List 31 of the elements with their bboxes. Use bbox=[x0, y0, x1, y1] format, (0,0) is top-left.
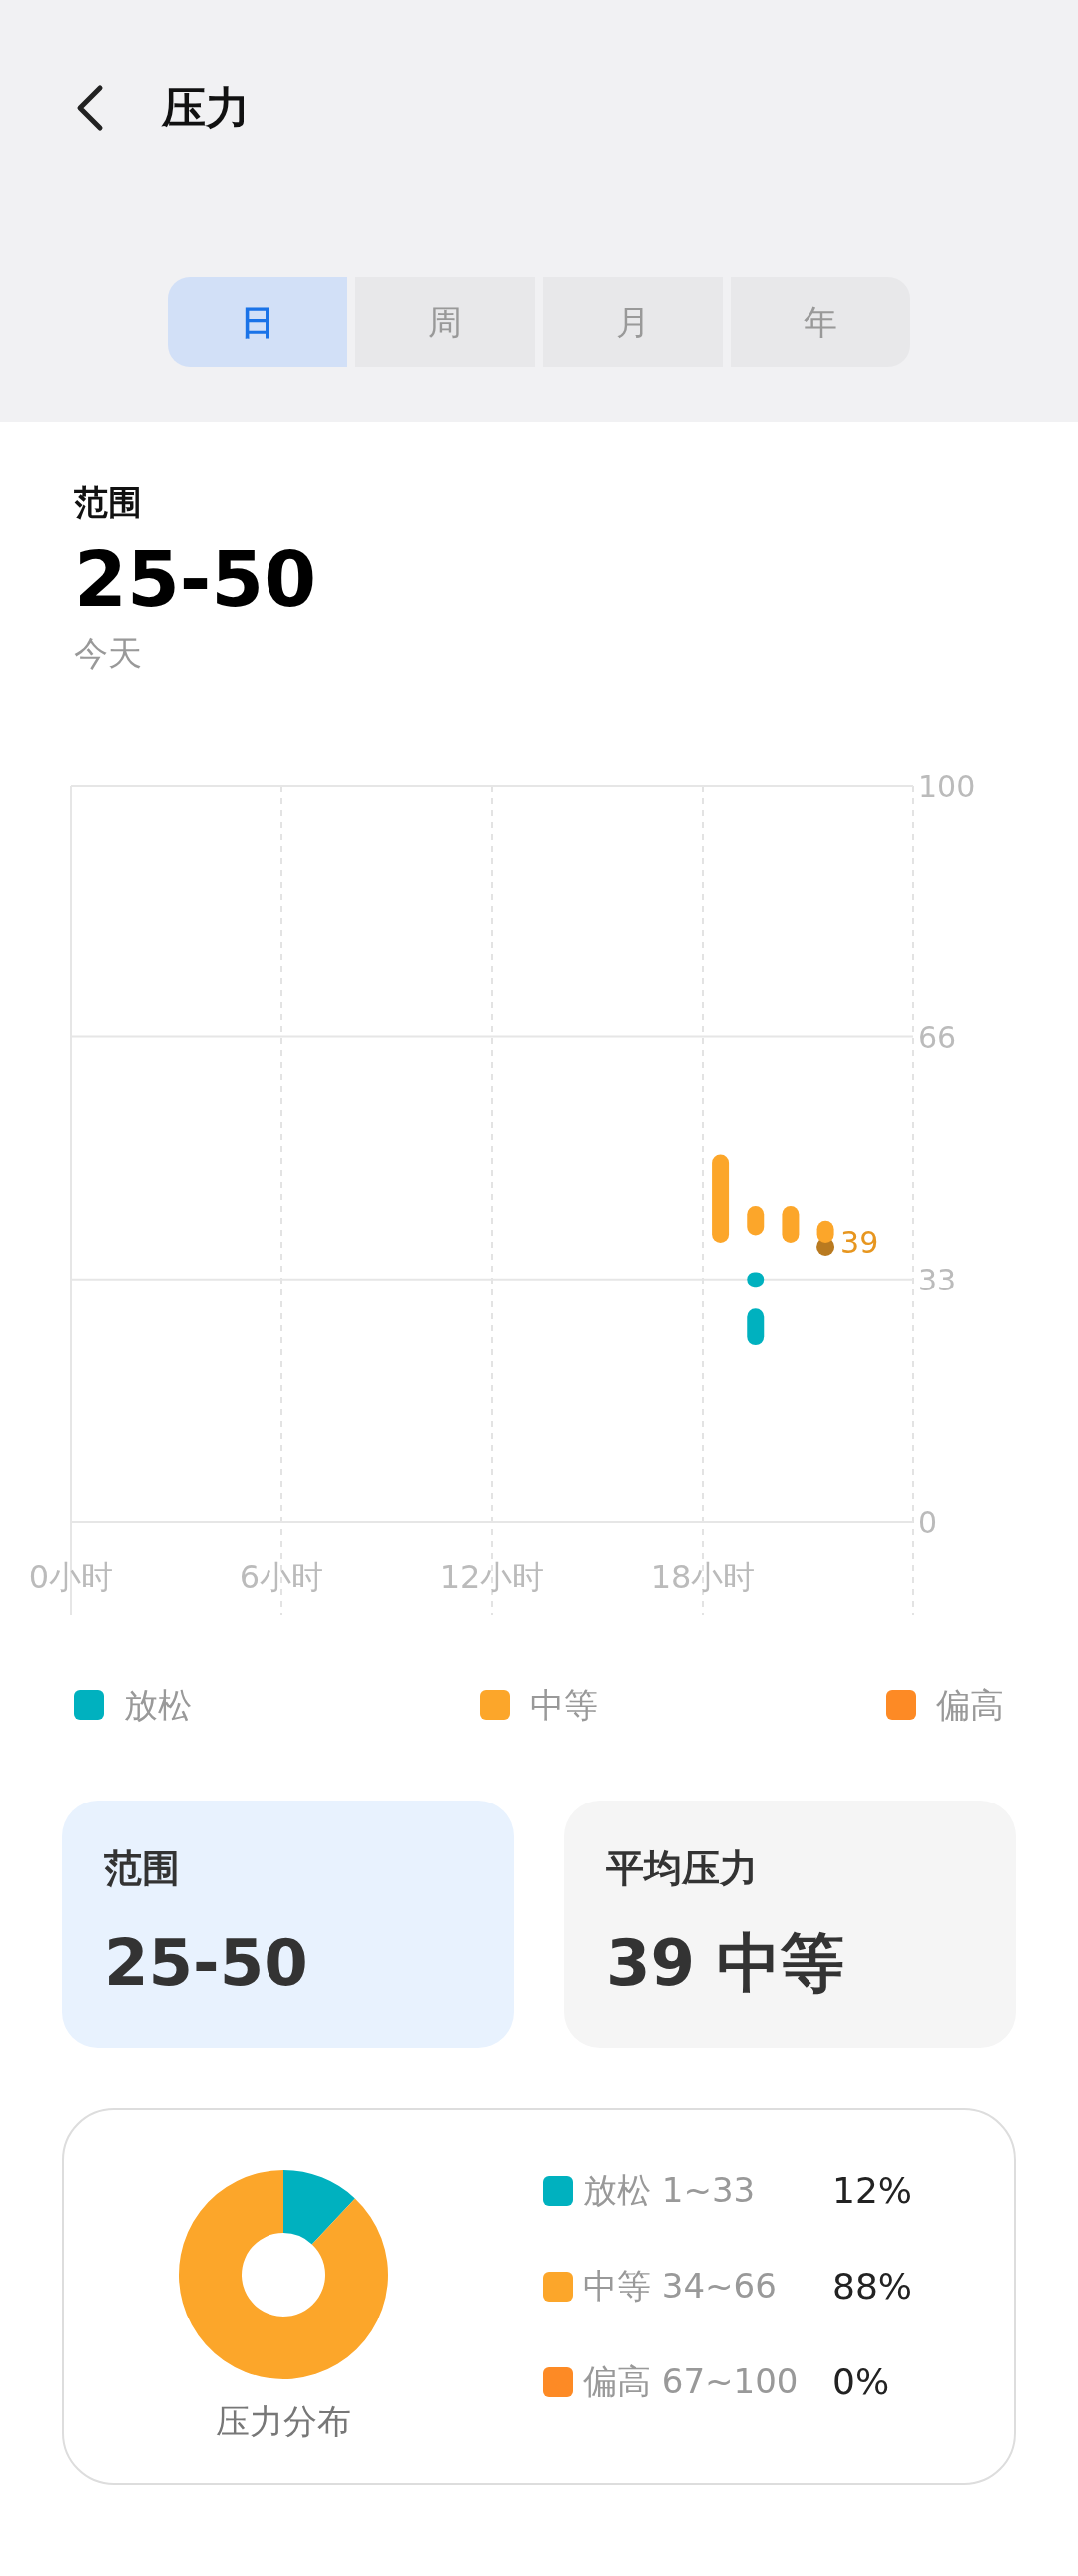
stat-label: 范围 bbox=[104, 1844, 181, 1892]
stat-value: 39 中等 bbox=[606, 1924, 846, 2002]
legend-label: 放松 bbox=[124, 1683, 192, 1727]
axis-label: 66 bbox=[918, 1019, 957, 1055]
percent-value: 88% bbox=[832, 2264, 912, 2309]
date-label: 今天 bbox=[74, 631, 143, 675]
axis-label: 0小时 bbox=[28, 1557, 114, 1596]
axis-label: 12小时 bbox=[439, 1557, 545, 1596]
stat-label: 平均压力 bbox=[606, 1844, 759, 1892]
axis-label: 100 bbox=[918, 769, 976, 804]
current-value-label: 39 bbox=[840, 1224, 879, 1260]
page-title: 压力 bbox=[162, 81, 250, 135]
percent-value: 12% bbox=[832, 2168, 912, 2213]
axis-label: 6小时 bbox=[239, 1557, 324, 1596]
legend-label: 中等 bbox=[530, 1683, 598, 1727]
axis-label: 18小时 bbox=[650, 1557, 756, 1596]
legend-label: 偏高 67~100 bbox=[583, 2360, 800, 2404]
legend-label: 放松 1~33 bbox=[583, 2169, 757, 2213]
stat-value: 25-50 bbox=[104, 1924, 309, 2002]
axis-label: 33 bbox=[918, 1262, 957, 1297]
axis-label: 0 bbox=[918, 1504, 938, 1540]
range-value: 25-50 bbox=[74, 538, 318, 622]
percent-value: 0% bbox=[832, 2359, 890, 2404]
period-tab[interactable]: 年 bbox=[731, 277, 910, 367]
legend-label: 中等 34~66 bbox=[583, 2265, 778, 2309]
range-label: 范围 bbox=[74, 481, 143, 524]
period-tab[interactable]: 月 bbox=[543, 277, 723, 367]
period-tab[interactable]: 日 bbox=[168, 277, 347, 367]
chart-caption: 压力分布 bbox=[216, 2400, 351, 2444]
legend-label: 偏高 bbox=[936, 1683, 1004, 1727]
period-tab[interactable]: 周 bbox=[355, 277, 535, 367]
